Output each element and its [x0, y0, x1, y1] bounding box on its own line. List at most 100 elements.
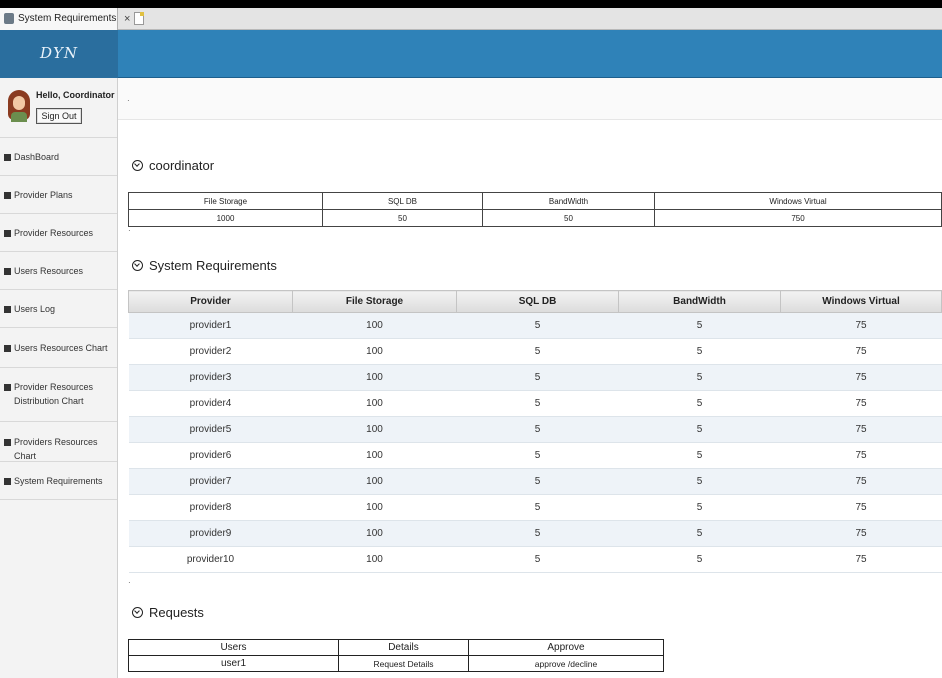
table-row: provider3 100 5 5 75 [128, 364, 942, 391]
edit-icon [4, 268, 11, 275]
table-header-cell: Users [128, 639, 339, 656]
table-cell: 100 [292, 546, 457, 573]
table-header-row: File Storage SQL DB BandWidth Windows Vi… [128, 192, 942, 210]
table-cell: 5 [618, 442, 781, 469]
sidebar-item-system-requirements[interactable]: System Requirements [0, 462, 117, 500]
user-panel: Hello, Coordinator Sign Out [0, 78, 117, 138]
sidebar: Hello, Coordinator Sign Out DashBoard Pr… [0, 78, 118, 678]
top-header: DYN [0, 30, 942, 78]
table-cell: 1000 [128, 209, 323, 227]
sidebar-item-users-resources-chart[interactable]: Users Resources Chart [0, 328, 117, 368]
table-cell: 5 [618, 364, 781, 391]
table-header-cell: SQL DB [322, 192, 483, 210]
table-row: 1000 50 50 750 [128, 209, 942, 227]
table-cell: 75 [780, 390, 942, 417]
user-greeting: Hello, Coordinator [36, 90, 115, 100]
table-cell: provider10 [128, 546, 293, 573]
coordinator-section-title: coordinator [132, 158, 214, 173]
separator-mark: · [128, 226, 131, 235]
table-cell: 75 [780, 442, 942, 469]
table-cell: 100 [292, 468, 457, 495]
table-header-cell: Details [338, 639, 469, 656]
brand-logo[interactable]: DYN [0, 30, 118, 78]
table-header-cell[interactable]: SQL DB [456, 290, 619, 313]
table-cell: provider1 [128, 312, 293, 339]
table-cell: 5 [618, 416, 781, 443]
new-tab-icon[interactable] [134, 12, 144, 25]
table-cell: 5 [456, 364, 619, 391]
chevron-circle-icon [132, 607, 143, 618]
table-header-cell[interactable]: Provider [128, 290, 293, 313]
table-cell: 100 [292, 520, 457, 547]
browser-tab[interactable]: System Requirements [0, 8, 118, 30]
table-cell: 75 [780, 494, 942, 521]
table-cell: 100 [292, 364, 457, 391]
table-cell: 50 [322, 209, 483, 227]
table-cell: 750 [654, 209, 942, 227]
table-cell: provider2 [128, 338, 293, 365]
table-header-cell[interactable]: File Storage [292, 290, 457, 313]
sign-out-button[interactable]: Sign Out [36, 108, 82, 124]
table-cell: 5 [618, 494, 781, 521]
requests-section-title: Requests [132, 605, 204, 620]
sidebar-item-provider-resources-distribution-chart[interactable]: Provider Resources Distribution Chart [0, 368, 117, 422]
table-row: provider7 100 5 5 75 [128, 468, 942, 495]
breadcrumb: · [118, 78, 942, 120]
sidebar-item-provider-plans[interactable]: Provider Plans [0, 176, 117, 214]
sidebar-item-users-resources[interactable]: Users Resources [0, 252, 117, 290]
table-header-cell[interactable]: Windows Virtual [780, 290, 942, 313]
table-icon [4, 345, 11, 352]
table-cell: 100 [292, 494, 457, 521]
system-requirements-table: Provider File Storage SQL DB BandWidth W… [128, 290, 942, 573]
breadcrumb-separator: · [127, 96, 130, 105]
favicon-icon [4, 13, 14, 24]
table-cell: 75 [780, 468, 942, 495]
table-cell: user1 [128, 655, 339, 672]
table-cell: 100 [292, 338, 457, 365]
sidebar-item-providers-resources-chart[interactable]: Providers Resources Chart [0, 422, 117, 462]
table-cell: provider4 [128, 390, 293, 417]
close-tab-icon[interactable]: × [124, 8, 130, 30]
table-header-row: Users Details Approve [128, 639, 664, 656]
tab-title: System Requirements [18, 13, 117, 24]
table-row: user1 Request Details approve /decline [128, 655, 664, 672]
table-cell: 75 [780, 312, 942, 339]
table-cell: 5 [456, 390, 619, 417]
table-cell: 5 [456, 468, 619, 495]
system-requirements-section-title: System Requirements [132, 258, 277, 273]
request-details-link[interactable]: Request Details [338, 655, 469, 672]
grid-icon [4, 192, 11, 199]
table-cell: 5 [618, 546, 781, 573]
table-row: provider1 100 5 5 75 [128, 312, 942, 339]
sidebar-item-dashboard[interactable]: DashBoard [0, 138, 117, 176]
table-cell: 75 [780, 416, 942, 443]
table-cell: provider9 [128, 520, 293, 547]
approve-decline-link[interactable]: approve /decline [468, 655, 664, 672]
table-cell: 75 [780, 520, 942, 547]
table-cell: provider3 [128, 364, 293, 391]
table-cell: 100 [292, 416, 457, 443]
table-cell: 5 [456, 416, 619, 443]
table-icon [4, 478, 11, 485]
table-header-cell[interactable]: BandWidth [618, 290, 781, 313]
table-cell: 5 [618, 520, 781, 547]
table-cell: 100 [292, 442, 457, 469]
table-cell: provider5 [128, 416, 293, 443]
table-cell: provider7 [128, 468, 293, 495]
table-icon [4, 384, 11, 391]
table-cell: 5 [456, 312, 619, 339]
table-row: provider8 100 5 5 75 [128, 494, 942, 521]
table-cell: 5 [456, 494, 619, 521]
sidebar-item-users-log[interactable]: Users Log [0, 290, 117, 328]
table-row: provider5 100 5 5 75 [128, 416, 942, 443]
table-cell: 75 [780, 546, 942, 573]
chevron-circle-icon [132, 260, 143, 271]
table-cell: 100 [292, 312, 457, 339]
table-cell: 75 [780, 364, 942, 391]
table-cell: 5 [456, 546, 619, 573]
table-cell: 100 [292, 390, 457, 417]
separator-mark: · [128, 578, 131, 587]
sidebar-item-provider-resources[interactable]: Provider Resources [0, 214, 117, 252]
table-header-cell: File Storage [128, 192, 323, 210]
coordinator-table: File Storage SQL DB BandWidth Windows Vi… [128, 192, 942, 227]
